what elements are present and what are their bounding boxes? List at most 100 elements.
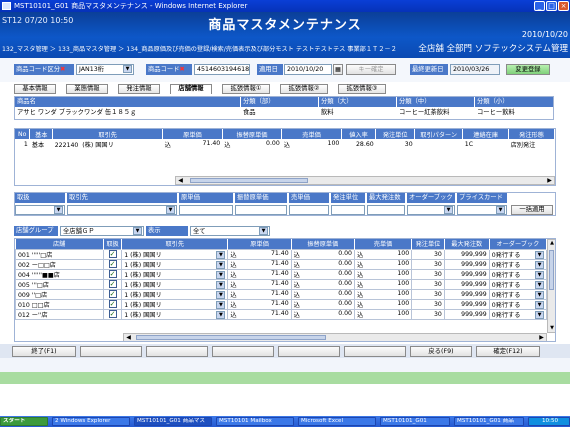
price-cell[interactable]: 込 100	[353, 248, 413, 260]
vendor-cell[interactable]: 1 (株) 国国リ ▼	[121, 298, 229, 310]
max-cell[interactable]: 999,999	[443, 308, 490, 320]
back-button[interactable]: 戻る(F9)	[410, 346, 472, 357]
book-cell[interactable]: 0発行する ▼	[488, 278, 548, 290]
code-type-select[interactable]: JAN13桁 ▼	[76, 64, 134, 75]
vendor-cell[interactable]: 1 (株) 国国リ ▼	[121, 248, 229, 260]
book-cell[interactable]: 0発行する ▼	[488, 258, 548, 270]
vendor-cell[interactable]: 1 (株) 国国リ ▼	[121, 308, 229, 320]
vendor-cell[interactable]: 1 (株) 国国リ ▼	[121, 268, 229, 280]
price-cell[interactable]: 込 100	[353, 308, 413, 320]
chevron-down-icon[interactable]: ▼	[216, 280, 226, 288]
chevron-down-icon[interactable]: ▼	[216, 250, 226, 258]
max-cell[interactable]: 999,999	[443, 278, 490, 290]
cost-cell[interactable]: 込 71.40	[227, 288, 292, 300]
book-cell[interactable]: 0発行する ▼	[488, 248, 548, 260]
transfer-cell[interactable]: 込 0.00	[290, 268, 355, 280]
handle-checkbox[interactable]: ✓	[108, 270, 117, 278]
chevron-down-icon[interactable]: ▼	[535, 300, 544, 308]
minimize-button[interactable]: _	[534, 1, 545, 11]
unit-cell[interactable]: 30	[411, 288, 445, 300]
taskbar-item[interactable]: MST10101_G01 商品マス	[134, 417, 212, 426]
chevron-down-icon[interactable]: ▼	[216, 300, 226, 308]
store-group-select[interactable]: 全店舗ＧＰ ▼	[60, 226, 144, 236]
store-grid-hscroll[interactable]: ◀ ▶	[123, 333, 547, 341]
cost-cell[interactable]: 込 71.40	[227, 308, 292, 320]
transfer-cell[interactable]: 込 0.00	[290, 278, 355, 290]
bulk-price-input[interactable]	[289, 205, 329, 215]
bulk-apply-button[interactable]: 一括適用	[511, 205, 553, 215]
handle-checkbox[interactable]: ✓	[108, 250, 117, 258]
chevron-down-icon[interactable]: ▼	[444, 206, 453, 214]
taskbar-item[interactable]: MST10101_G01	[380, 417, 450, 426]
chevron-down-icon[interactable]: ▼	[535, 260, 544, 268]
chevron-down-icon[interactable]: ▼	[216, 310, 226, 318]
store-row[interactable]: 010 □□店 ✓ 1 (株) 国国リ ▼ 込 71.40 込 0.00 込 100 30 999,9…	[15, 298, 548, 310]
price-cell[interactable]: 込 100	[353, 298, 413, 310]
tab-business[interactable]: 業態情報	[66, 84, 108, 94]
start-button[interactable]: スタート	[0, 417, 48, 426]
tab-ext1[interactable]: 拡張情報①	[222, 84, 270, 94]
max-cell[interactable]: 999,999	[443, 298, 490, 310]
taskbar-item[interactable]: MST10101 Mailbox	[216, 417, 294, 426]
cost-cell[interactable]: 込 71.40	[227, 298, 292, 310]
scroll-left-icon[interactable]: ◀	[176, 177, 185, 184]
tab-ext2[interactable]: 拡張情報②	[280, 84, 328, 94]
unit-cell[interactable]: 30	[411, 298, 445, 310]
store-row[interactable]: 004 ''''''■■店 ✓ 1 (株) 国国リ ▼ 込 71.40 込 0.00 込 100 3…	[15, 268, 548, 280]
bulk-unit-input[interactable]	[331, 205, 365, 215]
store-row[interactable]: 002 ー□□店 ✓ 1 (株) 国国リ ▼ 込 71.40 込 0.00 込 100 30 999,…	[15, 258, 548, 270]
vendor-grid-hscroll[interactable]: ◀ ▶	[175, 176, 555, 185]
price-cell[interactable]: 込 100	[353, 258, 413, 270]
store-row[interactable]: 005 '''□店 ✓ 1 (株) 国国リ ▼ 込 71.40 込 0.00 込 100 30 999…	[15, 278, 548, 290]
scroll-right-icon[interactable]: ▶	[537, 334, 546, 341]
calendar-icon[interactable]: ▦	[333, 64, 343, 75]
book-cell[interactable]: 0発行する ▼	[488, 308, 548, 320]
taskbar-item[interactable]: MST10101_G01 商品	[454, 417, 524, 426]
function-button-empty[interactable]	[80, 346, 142, 357]
scroll-thumb[interactable]	[136, 335, 326, 340]
scroll-left-icon[interactable]: ◀	[124, 334, 133, 341]
scroll-thumb[interactable]	[549, 250, 554, 290]
cost-cell[interactable]: 込 71.40	[227, 248, 292, 260]
taskbar-item[interactable]: Microsoft Excel	[298, 417, 376, 426]
transfer-cell[interactable]: 込 0.00	[290, 288, 355, 300]
chevron-down-icon[interactable]: ▼	[133, 227, 142, 235]
bulk-transfer-input[interactable]	[235, 205, 287, 215]
vendor-cell[interactable]: 1 (株) 国国リ ▼	[121, 258, 229, 270]
confirm-button[interactable]: 確定(F12)	[476, 346, 540, 357]
product-code-input[interactable]: 4514603194618	[194, 64, 250, 75]
max-cell[interactable]: 999,999	[443, 258, 490, 270]
cost-cell[interactable]: 込 71.40	[227, 278, 292, 290]
vendor-cell[interactable]: 1 (株) 国国リ ▼	[121, 288, 229, 300]
price-cell[interactable]: 込 100	[353, 288, 413, 300]
chevron-down-icon[interactable]: ▼	[166, 206, 175, 214]
close-button[interactable]: ×	[558, 1, 569, 11]
tab-basic[interactable]: 基本情報	[14, 84, 56, 94]
transfer-cell[interactable]: 込 0.00	[290, 308, 355, 320]
transfer-cell[interactable]: 込 0.00	[290, 258, 355, 270]
unit-cell[interactable]: 30	[411, 248, 445, 260]
scroll-up-icon[interactable]: ▲	[548, 240, 555, 247]
book-cell[interactable]: 0発行する ▼	[488, 288, 548, 300]
cost-cell[interactable]: 込 71.40	[227, 258, 292, 270]
bulk-book-select[interactable]: ▼	[407, 205, 455, 215]
chevron-down-icon[interactable]: ▼	[535, 310, 544, 318]
max-cell[interactable]: 999,999	[443, 268, 490, 280]
chevron-down-icon[interactable]: ▼	[216, 270, 226, 278]
unit-cell[interactable]: 30	[411, 308, 445, 320]
bulk-cost-input[interactable]	[179, 205, 233, 215]
store-row[interactable]: 001 '''''□店 ✓ 1 (株) 国国リ ▼ 込 71.40 込 0.00 込 100 30 9…	[15, 248, 548, 260]
chevron-down-icon[interactable]: ▼	[216, 290, 226, 298]
bulk-handle-select[interactable]: ▼	[15, 205, 65, 215]
end-button[interactable]: 終了(F1)	[12, 346, 76, 357]
bulk-pricecard-select[interactable]: ▼	[457, 205, 507, 215]
function-button-empty[interactable]	[146, 346, 208, 357]
maximize-button[interactable]: □	[546, 1, 557, 11]
max-cell[interactable]: 999,999	[443, 248, 490, 260]
price-cell[interactable]: 込 100	[353, 278, 413, 290]
bulk-max-input[interactable]	[367, 205, 405, 215]
store-row[interactable]: 009 ''□店 ✓ 1 (株) 国国リ ▼ 込 71.40 込 0.00 込 100 30 999,…	[15, 288, 548, 300]
chevron-down-icon[interactable]: ▼	[496, 206, 505, 214]
chevron-down-icon[interactable]: ▼	[259, 227, 268, 235]
chevron-down-icon[interactable]: ▼	[535, 280, 544, 288]
